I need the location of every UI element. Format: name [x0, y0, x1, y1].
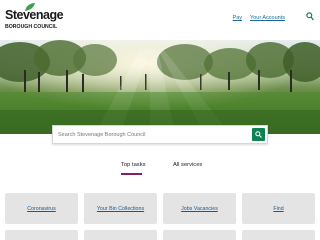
tab-all-services[interactable]: All services	[173, 162, 202, 168]
tile-jobs-vacancies[interactable]: Jobs Vacancies	[163, 193, 236, 224]
tile-row2-4[interactable]	[242, 230, 315, 240]
site-header: Stevenage BOROUGH COUNCIL Pay Your Accou…	[0, 0, 320, 40]
tab-top-tasks[interactable]: Top tasks	[121, 162, 146, 168]
tile-label: Coronavirus	[27, 206, 56, 212]
magnifier-icon	[255, 131, 262, 138]
tile-your-bin-collections[interactable]: Your Bin Collections	[84, 193, 157, 224]
tile-label: Find	[273, 206, 284, 212]
active-tab-indicator	[121, 173, 142, 175]
tile-row2-3[interactable]	[163, 230, 236, 240]
tile-label: Jobs Vacancies	[181, 206, 218, 212]
search-button[interactable]	[252, 128, 265, 141]
tile-coronavirus[interactable]: Coronavirus	[5, 193, 78, 224]
utility-nav: Pay Your Accounts	[233, 15, 285, 21]
logo-wordmark: Stevenage	[5, 8, 64, 22]
tile-find[interactable]: Find	[242, 193, 315, 224]
tile-row2-1[interactable]	[5, 230, 78, 240]
search-input[interactable]	[58, 126, 248, 143]
hero-image-park	[0, 40, 320, 134]
tile-row2-2[interactable]	[84, 230, 157, 240]
search-icon[interactable]	[306, 12, 314, 21]
pay-link[interactable]: Pay	[233, 15, 242, 21]
site-search-box	[52, 125, 268, 144]
your-accounts-link[interactable]: Your Accounts	[250, 15, 285, 21]
task-tabs: Top tasks All services	[0, 162, 320, 176]
logo-subtitle: BOROUGH COUNCIL	[5, 24, 58, 30]
stevenage-logo[interactable]: Stevenage BOROUGH COUNCIL	[5, 3, 65, 36]
tile-label: Your Bin Collections	[96, 206, 145, 212]
